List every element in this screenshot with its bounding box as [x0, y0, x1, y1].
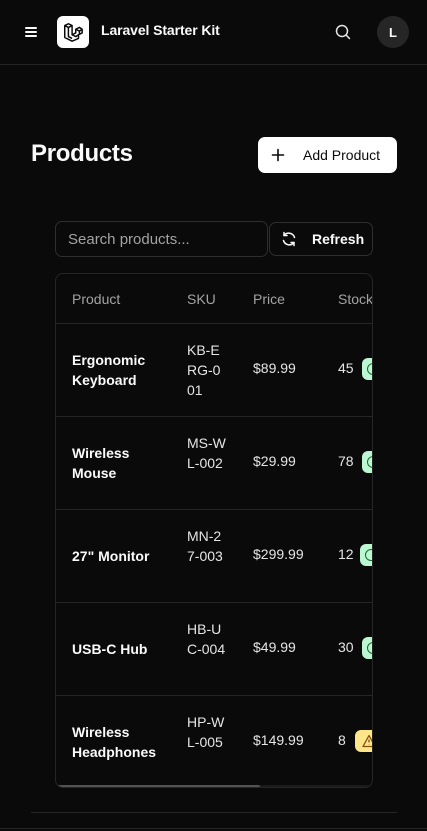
add-product-button[interactable]: Add Product: [258, 137, 397, 173]
table-row[interactable]: 27" Monitor MN-27-003 $299.99 12: [56, 509, 372, 602]
search-icon[interactable]: [333, 22, 353, 42]
table-row[interactable]: Wireless Headphones HP-WL-005 $149.99 8: [56, 695, 372, 787]
product-sku: MS-WL-002: [187, 435, 226, 471]
check-circle-icon: [367, 363, 372, 375]
add-product-label: Add Product: [303, 147, 381, 163]
product-sku: HP-WL-005: [187, 714, 225, 750]
divider: [0, 828, 427, 829]
product-stock: 30: [338, 639, 354, 655]
refresh-button[interactable]: Refresh: [269, 222, 373, 256]
table-row[interactable]: Wireless Mouse MS-WL-002 $29.99 78: [56, 416, 372, 509]
product-name: USB-C Hub: [72, 641, 148, 657]
column-header-sku[interactable]: SKU: [187, 291, 216, 307]
product-name: 27" Monitor: [72, 548, 150, 564]
table-row[interactable]: Ergonomic Keyboard KB-ERG-001 $89.99 45: [56, 323, 372, 416]
column-header-price[interactable]: Price: [253, 291, 285, 307]
product-stock: 78: [338, 453, 354, 469]
column-header-product[interactable]: Product: [72, 291, 120, 307]
product-stock: 45: [338, 360, 354, 376]
in-stock-badge: [362, 637, 372, 659]
product-sku: KB-ERG-001: [187, 342, 221, 398]
laravel-logo-icon[interactable]: [57, 16, 89, 48]
product-price: $149.99: [253, 732, 304, 748]
top-navbar: Laravel Starter Kit L: [0, 0, 427, 65]
product-price: $299.99: [253, 546, 304, 562]
product-sku: HB-UC-004: [187, 621, 226, 657]
product-price: $29.99: [253, 453, 296, 469]
user-avatar[interactable]: L: [377, 16, 409, 48]
table-row[interactable]: USB-C Hub HB-UC-004 $49.99 30: [56, 602, 372, 695]
check-circle-icon: [365, 549, 372, 561]
product-name: Wireless Mouse: [72, 445, 130, 481]
in-stock-badge: [360, 544, 372, 566]
product-price: $89.99: [253, 360, 296, 376]
in-stock-badge: [362, 358, 372, 380]
page-title: Products: [31, 140, 133, 167]
warning-triangle-icon: [362, 734, 372, 748]
plus-icon: [271, 148, 285, 162]
product-price: $49.99: [253, 639, 296, 655]
products-table[interactable]: Product SKU Price Stock Ergonomic Keyboa…: [55, 273, 373, 788]
search-input[interactable]: [55, 221, 268, 257]
scrollbar-thumb[interactable]: [56, 785, 260, 787]
product-stock: 8: [338, 732, 346, 748]
product-sku: MN-27-003: [187, 528, 223, 564]
app-title[interactable]: Laravel Starter Kit: [101, 22, 220, 38]
product-name: Wireless Headphones: [72, 724, 157, 760]
divider: [31, 812, 397, 813]
product-stock: 12: [338, 546, 354, 562]
check-circle-icon: [367, 642, 372, 654]
refresh-icon: [282, 231, 296, 247]
low-stock-badge: [355, 730, 372, 752]
check-circle-icon: [367, 456, 372, 468]
menu-icon[interactable]: [22, 22, 42, 42]
product-name: Ergonomic Keyboard: [72, 352, 146, 388]
in-stock-badge: [362, 451, 372, 473]
column-header-stock[interactable]: Stock: [338, 291, 372, 307]
refresh-label: Refresh: [312, 231, 365, 247]
